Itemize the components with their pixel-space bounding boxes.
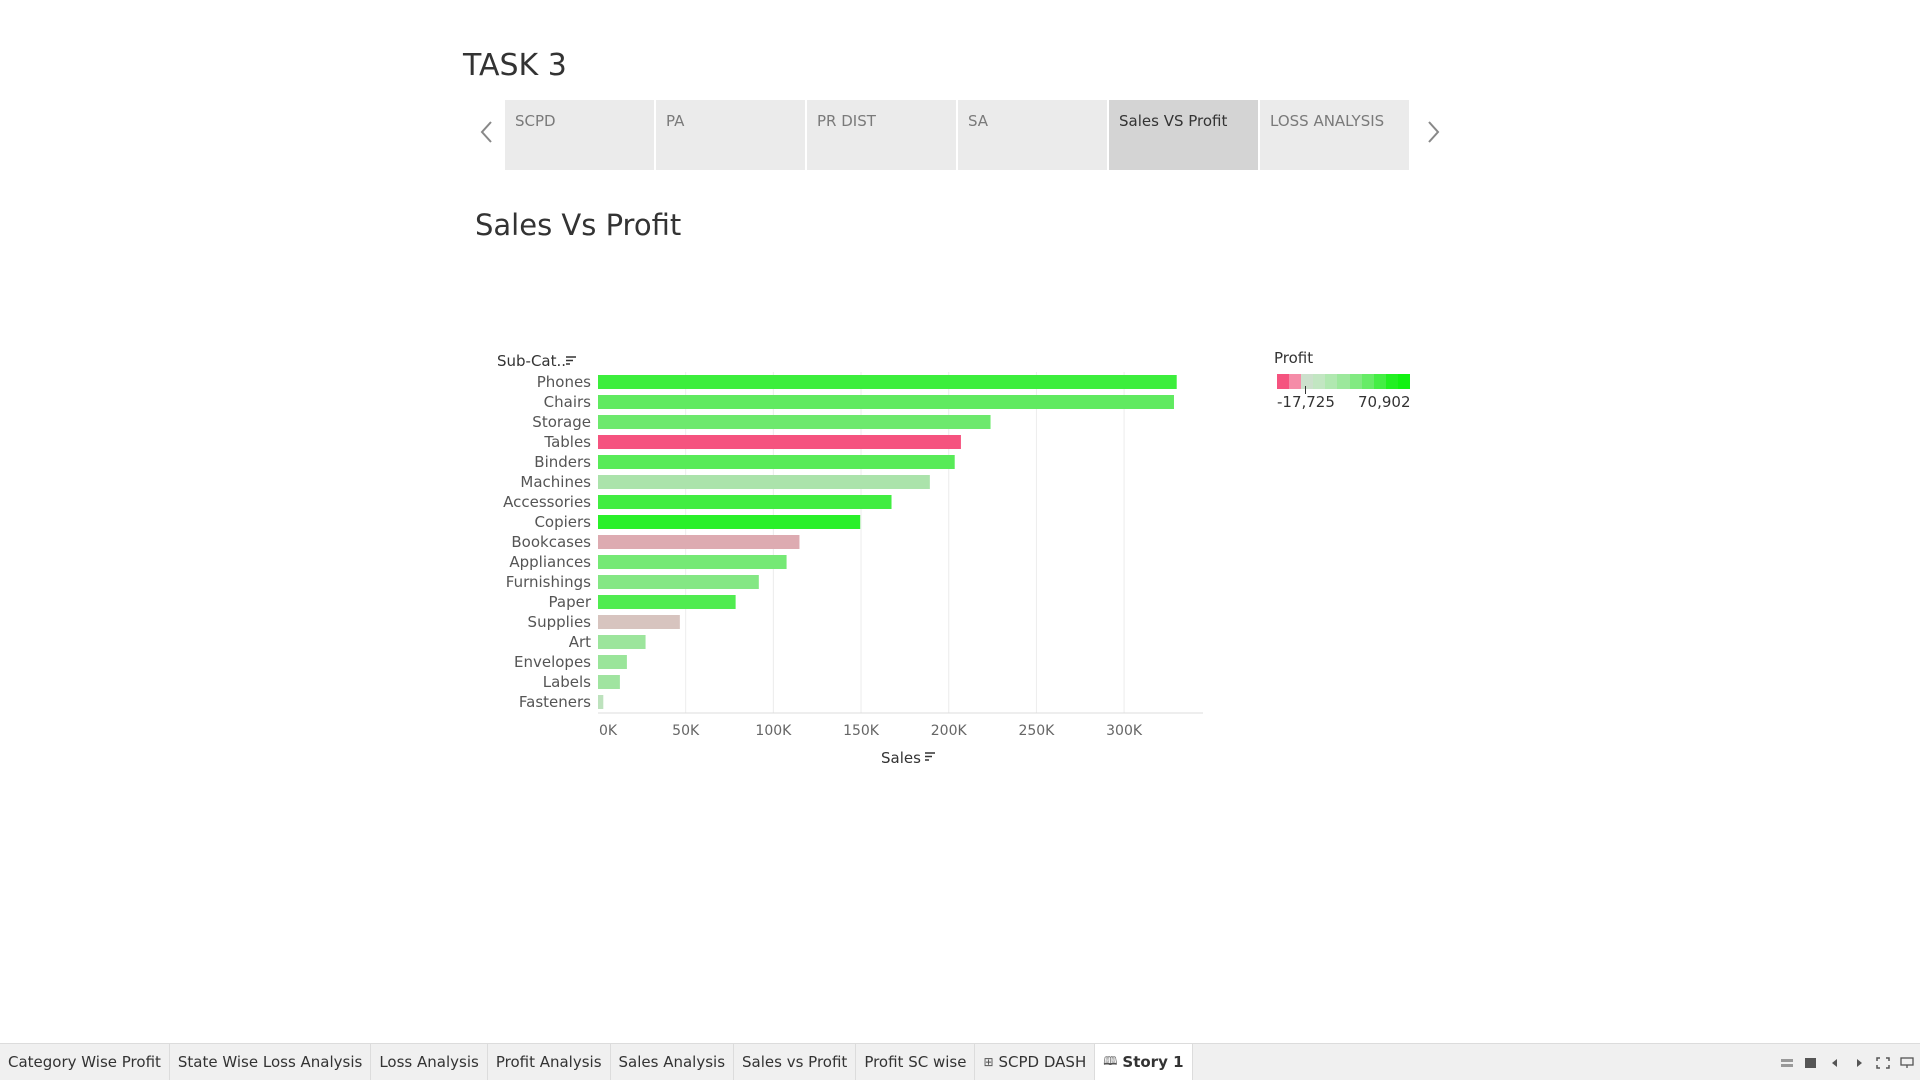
category-label-tables: Tables [543,433,591,451]
x-tick-label: 0K [599,723,618,739]
x-tick-label: 250K [1018,723,1055,739]
fullscreen-icon[interactable] [1876,1057,1890,1069]
legend-ramp-step [1337,374,1350,389]
legend-ramp-step [1289,374,1302,389]
category-label-art: Art [569,633,591,651]
sheet-tab-story-1[interactable]: 🕮 Story 1 [1095,1044,1193,1080]
presentation-mode-icon[interactable] [1900,1057,1914,1069]
sheet-tab-label: SCPD DASH [998,1053,1087,1071]
legend-ramp-step [1349,374,1362,389]
category-label-chairs: Chairs [544,393,592,411]
category-label-appliances: Appliances [509,553,591,571]
bar-paper [598,595,736,609]
bar-tables [598,435,961,449]
legend-ramp-step [1397,374,1411,389]
legend-ramp-step [1325,374,1338,389]
x-tick-label: 50K [672,723,700,739]
sheet-tab-sales-vs-profit[interactable]: Sales vs Profit [734,1044,857,1080]
x-tick-label: 300K [1106,723,1143,739]
legend-ramp-step [1373,374,1386,389]
category-label-supplies: Supplies [528,613,592,631]
dashboard-icon: ⊞ [983,1055,994,1069]
legend-ramp-step [1277,374,1290,389]
bar-chairs [598,395,1174,409]
bar-machines [598,475,930,489]
bar-envelopes [598,655,627,669]
bar-fasteners [598,695,604,709]
bar-copiers [598,515,861,529]
bar-furnishings [598,575,759,589]
x-tick-label: 100K [755,723,792,739]
bar-labels [598,675,620,689]
bar-art [598,635,646,649]
category-label-copiers: Copiers [534,513,591,531]
sheet-tab-state-wise-loss-analysis[interactable]: State Wise Loss Analysis [170,1044,372,1080]
row-header-sub-category: Sub-Cat.. [497,352,566,370]
category-label-bookcases: Bookcases [511,533,591,551]
category-label-accessories: Accessories [503,493,591,511]
bar-storage [598,415,991,429]
sort-sales-icon[interactable] [925,752,935,761]
sales-vs-profit-bar-chart[interactable]: Phones Chairs Storage Tables Binders Machines… [0,0,1920,1040]
x-tick-label: 150K [843,723,880,739]
category-label-binders: Binders [534,453,591,471]
x-tick-label: 200K [931,723,968,739]
next-sheet-icon[interactable] [1852,1057,1866,1069]
category-label-furnishings: Furnishings [506,573,591,591]
category-label-labels: Labels [543,673,591,691]
category-label-storage: Storage [532,413,591,431]
profit-legend-title: Profit [1274,349,1314,367]
category-label-fasteners: Fasteners [519,693,591,711]
bar-bookcases [598,535,800,549]
show-filmstrip-icon[interactable] [1804,1057,1818,1069]
x-axis-title: Sales [881,749,921,767]
legend-ramp-step [1313,374,1326,389]
category-label-envelopes: Envelopes [514,653,591,671]
bar-phones [598,375,1177,389]
sheet-tab-profit-sc-wise[interactable]: Profit SC wise [856,1044,976,1080]
sheet-tab-profit-analysis[interactable]: Profit Analysis [488,1044,611,1080]
sheet-tab-category-wise-profit[interactable]: Category Wise Profit [0,1044,170,1080]
sheet-tab-bar: Category Wise Profit State Wise Loss Ana… [0,1043,1920,1080]
sheet-tab-loss-analysis[interactable]: Loss Analysis [371,1044,488,1080]
bar-binders [598,455,955,469]
legend-ramp-step [1385,374,1398,389]
sheet-tab-sales-analysis[interactable]: Sales Analysis [611,1044,735,1080]
category-label-paper: Paper [549,593,592,611]
bar-supplies [598,615,680,629]
legend-max-label: 70,902 [1358,393,1411,411]
legend-ramp-step [1361,374,1374,389]
bar-appliances [598,555,787,569]
sheet-tab-scpd-dash[interactable]: ⊞ SCPD DASH [975,1044,1096,1080]
show-sheet-sorter-icon[interactable] [1780,1057,1794,1069]
story-book-icon: 🕮 [1103,1053,1118,1068]
sort-sub-category-icon[interactable] [566,356,576,365]
previous-sheet-icon[interactable] [1828,1057,1842,1069]
bar-accessories [598,495,892,509]
legend-ramp-step [1301,374,1314,389]
profit-color-ramp [1277,374,1411,389]
window-controls [1780,1057,1914,1069]
category-label-machines: Machines [520,473,591,491]
legend-min-label: -17,725 [1277,393,1335,411]
sheet-tab-label: Story 1 [1122,1053,1184,1071]
category-label-phones: Phones [537,373,591,391]
